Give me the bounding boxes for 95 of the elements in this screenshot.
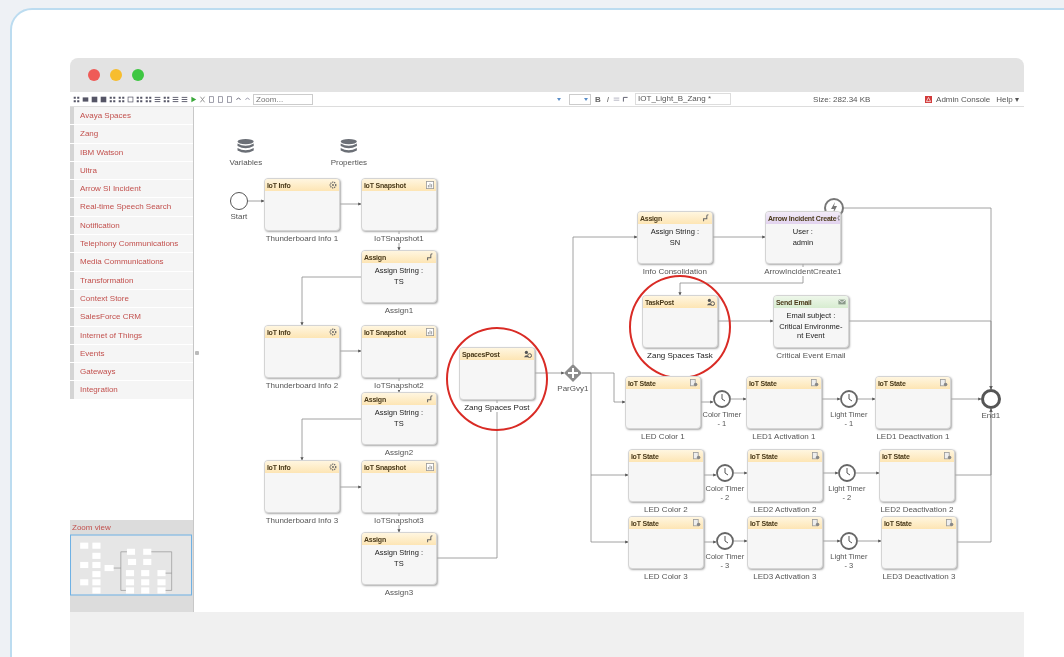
- node-label: Info Consolidation: [641, 267, 708, 276]
- start-event[interactable]: [229, 192, 248, 210]
- node-label: LED1 Activation 1: [751, 432, 817, 441]
- document-gear-icon: [943, 452, 952, 460]
- admin-console-link[interactable]: Admin Console: [934, 94, 993, 104]
- bar-chart-icon: [425, 463, 434, 471]
- grid-icon[interactable]: [145, 95, 152, 103]
- node-label: Assign2: [383, 448, 415, 457]
- tap-icon: [701, 214, 710, 222]
- warning-icon[interactable]: [925, 95, 933, 103]
- grid-icon[interactable]: [109, 95, 116, 103]
- document-gear-icon: [692, 519, 701, 527]
- grid-icon[interactable]: [136, 95, 143, 103]
- envelope-icon: [837, 298, 846, 306]
- close-icon[interactable]: [88, 69, 100, 81]
- node-label: Zang Spaces Task: [646, 351, 714, 360]
- list-icon[interactable]: [181, 95, 188, 103]
- grid-icon[interactable]: [73, 95, 80, 103]
- palette-category[interactable]: Telephony Communications: [70, 235, 193, 254]
- gear-icon: [328, 181, 337, 189]
- tap-icon: [425, 253, 434, 261]
- grid-icon[interactable]: [163, 95, 170, 103]
- clock-icon[interactable]: [715, 464, 734, 482]
- document-gear-icon: [810, 379, 819, 387]
- node-label: Thunderboard Info 1: [264, 234, 340, 243]
- node-label: IoTSnapshot3: [372, 516, 425, 525]
- node-label: ArrowIncidentCreate1: [763, 267, 843, 276]
- link-icon[interactable]: [622, 95, 630, 103]
- gear-icon: [328, 328, 337, 336]
- palette-category[interactable]: Zang: [70, 125, 193, 144]
- palette-category[interactable]: Media Communications: [70, 253, 193, 272]
- node-label: Critical Event Email: [775, 351, 847, 360]
- clock-icon[interactable]: [839, 390, 858, 408]
- node-label: Assign3: [383, 588, 415, 597]
- clock-icon[interactable]: [712, 390, 731, 408]
- event-label: Start: [230, 212, 248, 221]
- play-icon[interactable]: [190, 95, 197, 103]
- node-label: Assign1: [383, 306, 415, 315]
- list-icon[interactable]: [172, 95, 179, 103]
- people-gear-icon: [523, 350, 532, 358]
- node-label: LED3 Deactivation 3: [881, 572, 957, 581]
- palette-category[interactable]: SalesForce CRM: [70, 308, 193, 327]
- collapse-handle-icon[interactable]: [194, 351, 199, 355]
- clock-icon[interactable]: [839, 532, 858, 550]
- node-label: Zang Spaces Post: [463, 403, 531, 412]
- gateway-label: ParGvy1: [557, 384, 589, 393]
- document-gear-icon: [811, 452, 820, 460]
- document-gear-icon: [689, 379, 698, 387]
- folder-icon[interactable]: [82, 95, 89, 103]
- node-label: IoTSnapshot1: [372, 234, 425, 243]
- node-label: LED2 Deactivation 2: [879, 505, 955, 514]
- caret-icon: [584, 97, 589, 101]
- zoom-view-title: Zoom view: [71, 523, 111, 532]
- document-gear-icon: [939, 379, 948, 387]
- palette-category[interactable]: Arrow SI Incident: [70, 180, 193, 199]
- clock-icon[interactable]: [715, 532, 734, 550]
- node-label: LED Color 1: [640, 432, 686, 441]
- node-label: IoTSnapshot2: [372, 381, 425, 390]
- list-icon[interactable]: [154, 95, 161, 103]
- palette-category[interactable]: Gateways: [70, 363, 193, 382]
- bar-chart-icon: [425, 181, 434, 189]
- data-store-label: Variables: [229, 158, 263, 167]
- node-label: LED2 Activation 2: [752, 505, 818, 514]
- gear-icon: [328, 463, 337, 471]
- parallel-gateway-icon[interactable]: [563, 364, 582, 382]
- event-label: End1: [981, 411, 1001, 420]
- zoom-field[interactable]: Zoom...: [253, 93, 313, 105]
- tap-icon: [425, 535, 434, 543]
- node-label: LED1 Deactivation 1: [875, 432, 951, 441]
- document-gear-icon: [945, 519, 954, 527]
- bold-button[interactable]: B: [593, 94, 603, 104]
- document-gear-icon: [811, 519, 820, 527]
- end-event[interactable]: [980, 389, 1001, 409]
- node-label: LED Color 2: [643, 505, 689, 514]
- bar-chart-icon: [425, 328, 434, 336]
- undo-icon[interactable]: [235, 95, 242, 103]
- clock-icon[interactable]: [837, 464, 856, 482]
- node-label: Thunderboard Info 2: [264, 381, 340, 390]
- document-gear-icon: [692, 452, 701, 460]
- palette-category[interactable]: Avaya Spaces: [70, 107, 193, 126]
- palette-category[interactable]: Real-time Speech Search: [70, 198, 193, 217]
- italic-button[interactable]: I: [604, 94, 612, 104]
- grid-icon[interactable]: [118, 95, 125, 103]
- file-size: Size: 282.34 KB: [813, 94, 872, 104]
- data-store-label: Properties: [330, 158, 368, 167]
- node-label: LED Color 3: [643, 572, 689, 581]
- tap-icon: [425, 395, 434, 403]
- help-menu[interactable]: Help ▾: [994, 94, 1021, 104]
- palette-category[interactable]: Integration: [70, 381, 193, 400]
- people-gear-icon: [706, 298, 715, 306]
- file-name: IOT_Light_B_Zang *: [635, 93, 732, 105]
- page-icon[interactable]: [226, 95, 233, 103]
- caret-icon[interactable]: [557, 97, 562, 101]
- node-label: LED3 Activation 3: [752, 572, 818, 581]
- node-label: Thunderboard Info 3: [264, 516, 340, 525]
